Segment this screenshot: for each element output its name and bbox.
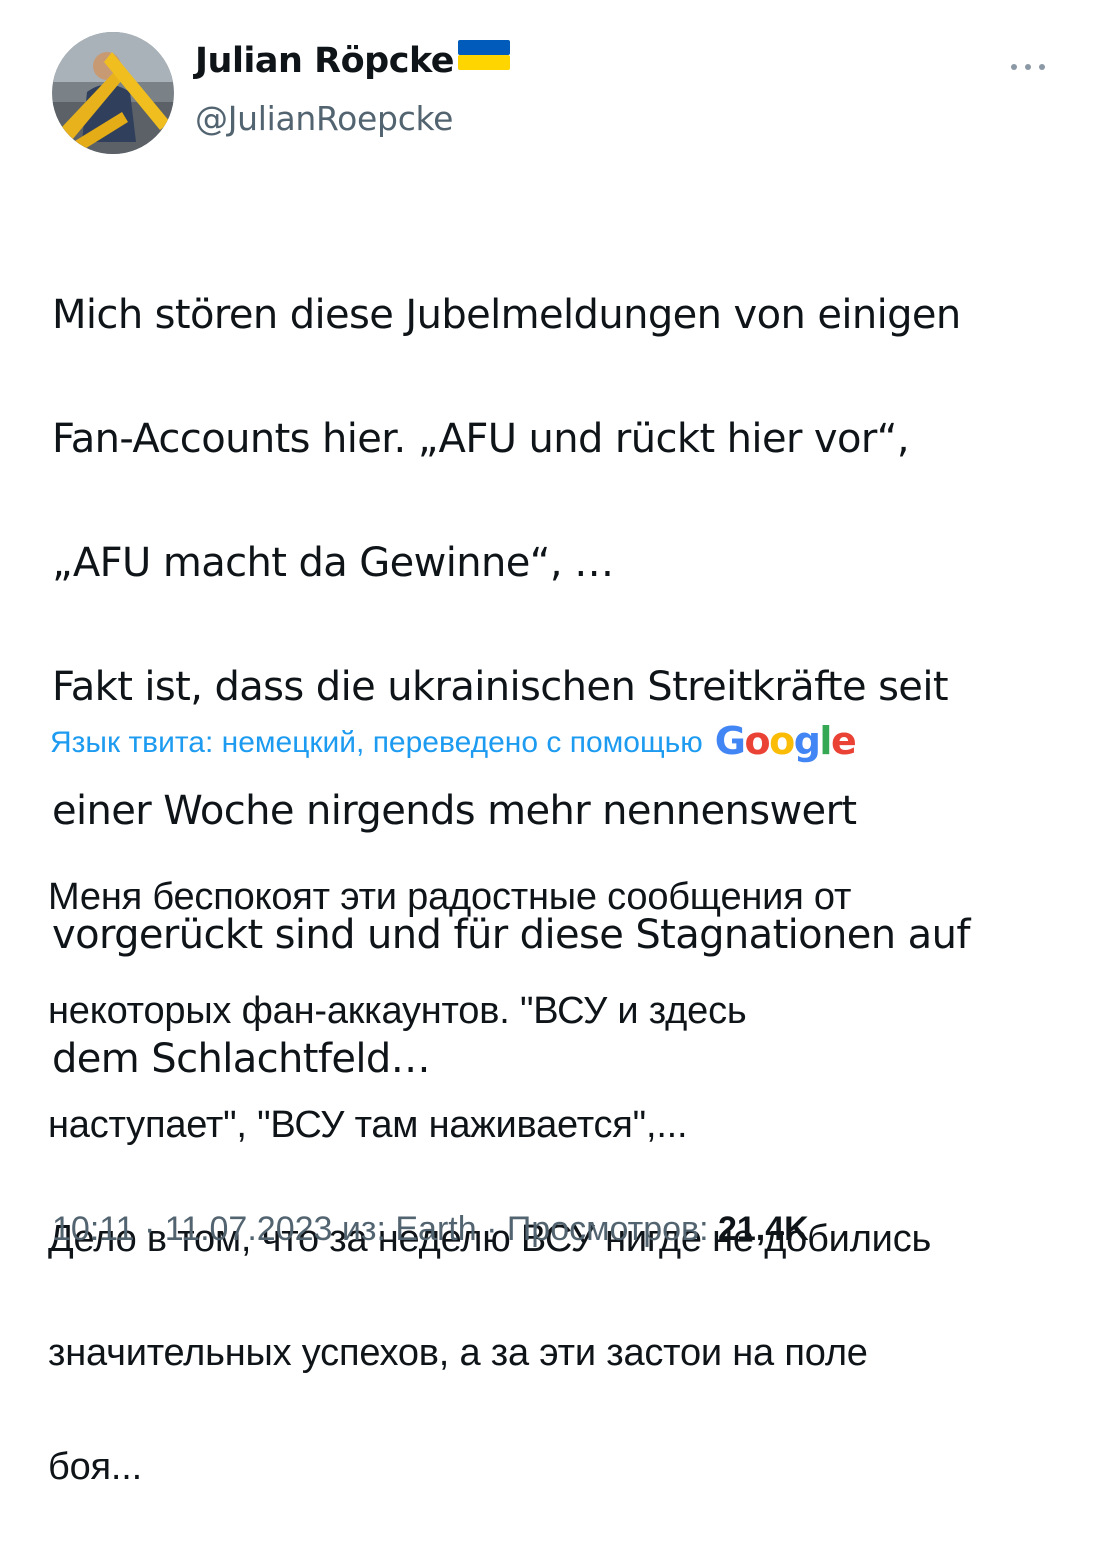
tweet-source: Earth (395, 1210, 477, 1248)
translated-line: Меня беспокоят эти радостные сообщения о… (48, 876, 852, 918)
ukraine-flag-icon (458, 39, 511, 70)
translated-line: наступает", "ВСУ там наживается",... (48, 1104, 688, 1146)
tweet-card: Julian Röpcke @JulianRoepcke Mich stören… (0, 0, 1103, 1488)
author-handle[interactable]: @JulianRoepcke (195, 99, 454, 138)
tweet-line: Fakt ist, dass die ukrainischen Streitkr… (52, 664, 949, 710)
tweet-time[interactable]: 10:11 (52, 1210, 135, 1248)
author-display-name[interactable]: Julian Röpcke (195, 44, 455, 79)
translation-link[interactable]: Язык твита: немецкий, переведено с помощ… (50, 726, 703, 760)
author-name-row[interactable]: Julian Röpcke (195, 39, 511, 79)
more-options-icon[interactable] (1004, 52, 1052, 82)
tweet-translated-text: Меня беспокоят эти радостные сообщения о… (48, 812, 1068, 1553)
separator: · (134, 1210, 165, 1248)
google-logo-letter: G (714, 719, 746, 763)
tweet-line: „AFU macht da Gewinne“, … (52, 540, 614, 586)
translated-line: боя... (48, 1446, 142, 1488)
translated-line: значительных успехов, а за эти застои на… (48, 1332, 868, 1374)
google-logo-letter: g (793, 719, 821, 763)
tweet-line: Fan-Accounts hier. „AFU und rückt hier v… (52, 416, 910, 462)
translation-attribution: Язык твита: немецкий, переведено с помощ… (50, 722, 857, 760)
views-label: Просмотров: (506, 1210, 718, 1248)
google-logo-letter: o (744, 719, 770, 763)
google-logo-letter: l (819, 719, 832, 763)
source-prefix: из: (332, 1210, 396, 1248)
google-logo-letter: e (830, 719, 857, 763)
avatar-image (52, 32, 174, 154)
tweet-metadata: 10:11 · 11.07.2023 из: Earth · Просмотро… (52, 1210, 809, 1249)
google-logo-letter: o (769, 719, 795, 763)
tweet-date[interactable]: 11.07.2023 (165, 1210, 333, 1248)
google-logo: Google (714, 719, 857, 763)
views-count[interactable]: 21,4K (718, 1210, 809, 1248)
separator: · (476, 1210, 507, 1248)
translated-line: некоторых фан-аккаунтов. "ВСУ и здесь (48, 990, 747, 1032)
tweet-line: Mich stören diese Jubelmeldungen von ein… (52, 292, 961, 338)
avatar[interactable] (52, 32, 174, 154)
